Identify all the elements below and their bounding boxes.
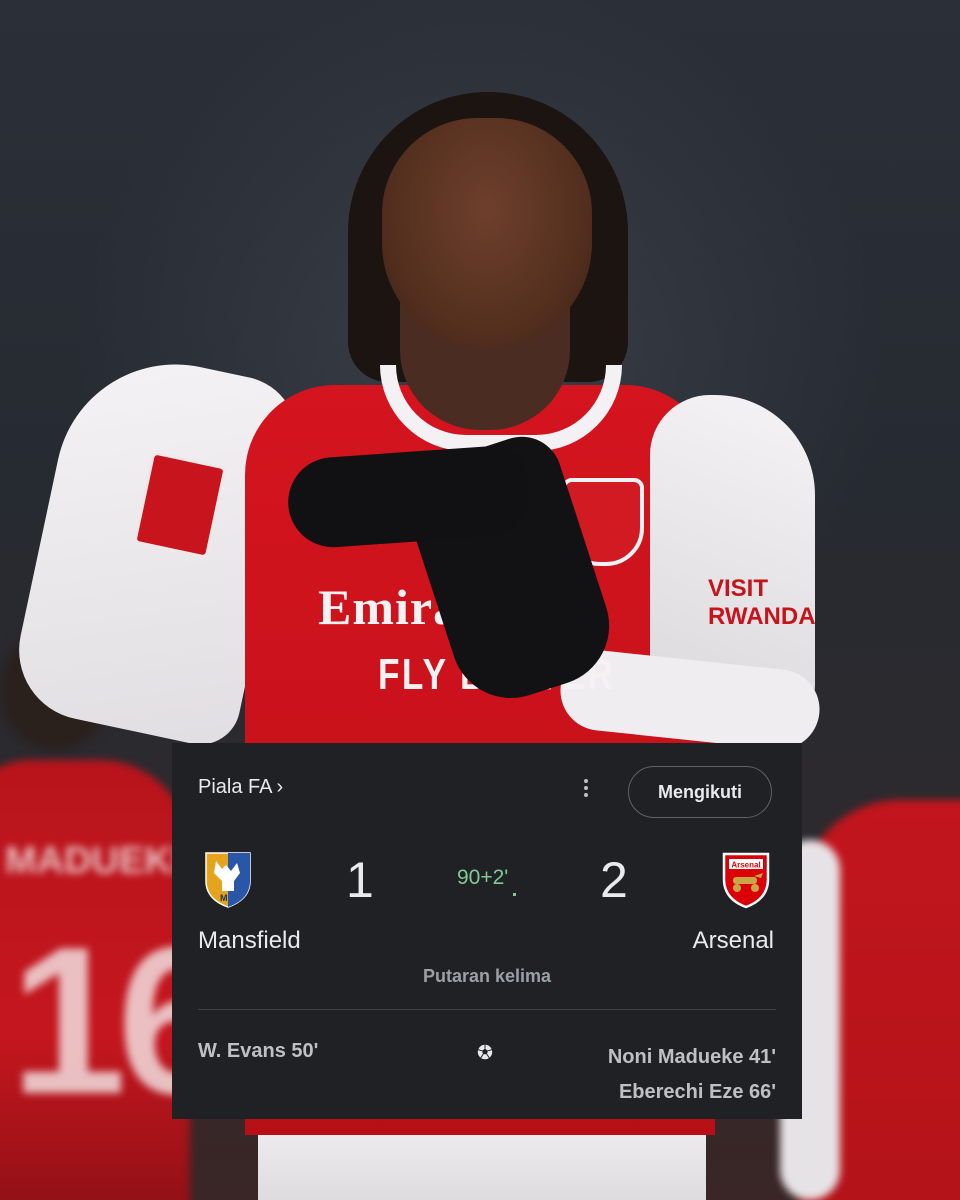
match-clock: 90+2' bbox=[457, 866, 509, 889]
svg-text:M: M bbox=[220, 893, 228, 903]
divider bbox=[198, 1009, 776, 1010]
svg-text:Arsenal: Arsenal bbox=[731, 861, 760, 870]
following-button[interactable]: Mengikuti bbox=[628, 766, 772, 818]
sleeve-sponsor: VISIT RWANDA bbox=[708, 575, 816, 630]
match-score-card: Piala FA › Mengikuti M 1 90+2' 2 Arsenal… bbox=[172, 743, 802, 1119]
away-team-name[interactable]: Arsenal bbox=[693, 927, 774, 955]
home-goal-scorer: W. Evans 50' bbox=[198, 1040, 319, 1062]
home-team-name[interactable]: Mansfield bbox=[198, 927, 301, 955]
away-score: 2 bbox=[600, 852, 628, 908]
player-face bbox=[382, 118, 592, 348]
more-vert-icon[interactable] bbox=[576, 774, 596, 802]
soccer-ball-icon bbox=[477, 1044, 493, 1060]
away-goal-scorer: Noni Madueke 41' bbox=[607, 1046, 776, 1068]
arsenal-crest-icon[interactable]: Arsenal bbox=[721, 851, 771, 909]
away-goal-scorer: Eberechi Eze 66' bbox=[618, 1081, 776, 1103]
chevron-right-icon: › bbox=[276, 776, 284, 798]
round-label: Putaran kelima bbox=[422, 966, 552, 986]
competition-name: Piala FA bbox=[198, 776, 273, 798]
competition-link[interactable]: Piala FA › bbox=[198, 776, 283, 799]
player-glove-left bbox=[285, 443, 531, 551]
live-indicator bbox=[513, 893, 516, 896]
home-score: 1 bbox=[346, 852, 374, 908]
mansfield-crest-icon[interactable]: M bbox=[204, 851, 252, 909]
away-goal-scorers: Noni Madueke 41' Eberechi Eze 66' bbox=[608, 1040, 776, 1110]
